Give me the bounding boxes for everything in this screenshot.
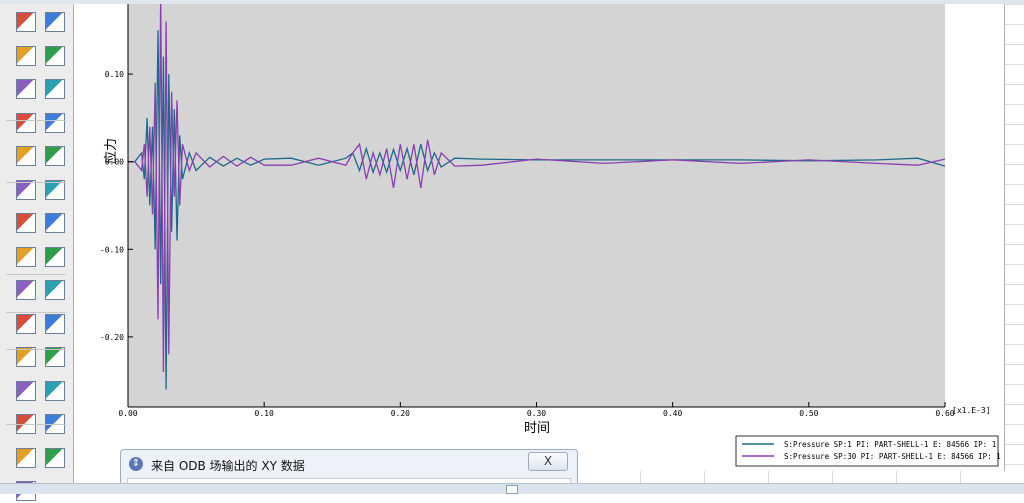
xy-options-tool[interactable] [43, 278, 67, 302]
toolbox-separator [6, 349, 66, 350]
animate-scale-factor-icon [45, 146, 65, 166]
xy-plot-tool[interactable] [14, 278, 38, 302]
xy-options-icon [45, 280, 65, 300]
symbol-plot-tool[interactable] [14, 44, 38, 68]
x-tick-label: 0.00 [118, 409, 137, 418]
y-tick-label: -0.10 [100, 245, 124, 254]
x-scale-note: [x1.E-3] [952, 406, 991, 415]
symbol-plot-icon [16, 45, 36, 66]
stream-icon [16, 347, 36, 367]
free-body-manager-icon [45, 380, 65, 401]
free-body-manager-tool[interactable] [43, 379, 67, 403]
field-output-icon [45, 12, 65, 32]
plot-area [128, 4, 945, 407]
x-tick-label: 0.30 [527, 409, 546, 418]
y-tick-label: 0.10 [105, 70, 124, 79]
animate-time-history-icon [16, 146, 36, 166]
animate-scale-factor-tool[interactable] [43, 144, 67, 168]
probe-values-icon [45, 45, 65, 66]
contour-plot-tool[interactable] [14, 10, 38, 34]
legend-entry-2: S:Pressure SP:30 PI: PART-SHELL-1 E: 845… [784, 452, 1001, 461]
animate-time-history-tool[interactable] [14, 144, 38, 168]
xy-plot-icon [16, 280, 36, 300]
xy-data-create-tool[interactable] [14, 245, 38, 269]
view-cut-manager-icon [45, 213, 65, 233]
xy-data-manager-tool[interactable] [43, 245, 67, 269]
toolbox-separator [6, 182, 66, 183]
expand-icon[interactable]: ⇕ [129, 457, 143, 471]
material-orientation-tool[interactable] [14, 77, 38, 101]
deformed-shape-tool[interactable] [14, 111, 38, 135]
field-output-tool[interactable] [43, 10, 67, 34]
toolbox-separator [6, 274, 66, 275]
toolbox-separator [6, 424, 66, 425]
view-cut-tool[interactable] [14, 211, 38, 235]
result-options-icon [45, 112, 65, 133]
path-icon [45, 79, 65, 99]
material-orientation-icon [16, 79, 36, 99]
display-group-icon [16, 313, 36, 334]
xy-plot-svg: 0.00 0.10 0.20 0.30 0.40 0.50 0.600.100.00-0.1… [100, 0, 1001, 467]
display-group-manager-icon [45, 313, 65, 334]
xy-plot-viewport[interactable]: 0.00 0.10 0.20 0.30 0.40 0.50 0.60 0.10 0.00 -0.1… [74, 0, 1005, 471]
display-group-tool[interactable] [14, 312, 38, 336]
probe-values-tool[interactable] [43, 44, 67, 68]
xy-data-create-icon [16, 246, 36, 267]
result-options-tool[interactable] [43, 111, 67, 135]
toolbox-separator [6, 120, 66, 121]
view-cut-icon [16, 213, 36, 233]
free-body-icon [16, 380, 36, 401]
toolbox-separator [6, 312, 66, 313]
x-axis-label: 时间 [524, 421, 550, 436]
close-button[interactable]: X [528, 452, 568, 471]
deformed-shape-icon [16, 112, 36, 133]
xy-data-manager-icon [45, 246, 65, 267]
horizontal-scrollbar[interactable] [0, 483, 1024, 494]
free-body-tool[interactable] [14, 379, 38, 403]
legend-entry-1: S:Pressure SP:1 PI: PART-SHELL-1 E: 8456… [784, 440, 996, 449]
contour-plot-icon [16, 12, 36, 32]
x-tick-label: 0.20 [391, 409, 410, 418]
query-tool[interactable] [14, 446, 38, 470]
y-tick-label: -0.20 [100, 333, 124, 342]
query-icon [16, 447, 36, 468]
path-tool[interactable] [43, 77, 67, 101]
query-manager-icon [45, 447, 65, 468]
x-tick-label: 0.40 [663, 409, 682, 418]
display-group-manager-tool[interactable] [43, 312, 67, 336]
toolbox-panel [0, 4, 74, 501]
view-cut-manager-tool[interactable] [43, 211, 67, 235]
x-tick-label: 0.10 [255, 409, 274, 418]
stream-manager-icon [45, 347, 65, 367]
query-manager-tool[interactable] [43, 446, 67, 470]
dialog-title: 来自 ODB 场输出的 XY 数据 [151, 459, 305, 473]
x-tick-label: 0.50 [799, 409, 818, 418]
legend-box: S:Pressure SP:1 PI: PART-SHELL-1 E: 8456… [735, 435, 1001, 467]
xy-data-dialog[interactable]: ⇕ 来自 ODB 场输出的 XY 数据 X [120, 449, 578, 487]
y-axis-label: 应力 [103, 138, 119, 164]
